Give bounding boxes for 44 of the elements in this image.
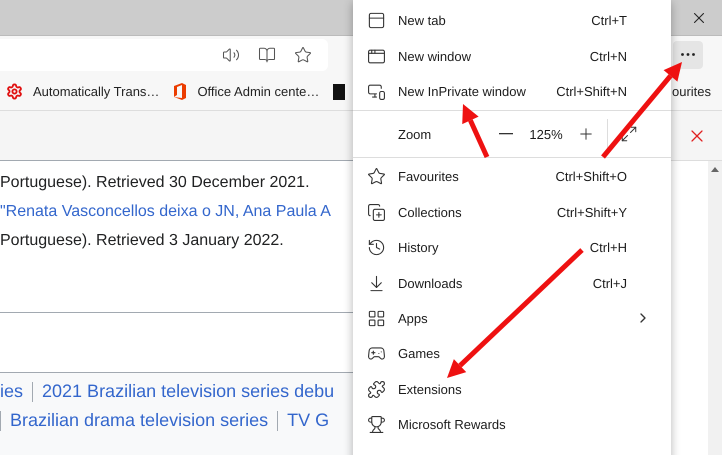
category-link[interactable]: ies — [0, 381, 24, 402]
scroll-up-icon[interactable] — [711, 167, 719, 172]
zoom-value: 125% — [528, 126, 564, 142]
grid-icon — [367, 308, 386, 328]
star-icon — [367, 167, 386, 186]
ellipsis-icon — [681, 53, 695, 56]
menu-item[interactable]: Favourites Ctrl+Shift+O — [353, 159, 671, 195]
collection-icon — [367, 202, 386, 222]
puzzle-icon — [367, 380, 386, 399]
category-link[interactable]: TV G — [287, 410, 330, 431]
menu-item[interactable]: Microsoft Rewards — [353, 406, 671, 442]
minus-icon — [499, 133, 513, 136]
tab-icon — [367, 11, 386, 30]
history-icon — [367, 238, 386, 258]
office-logo-icon — [173, 83, 188, 100]
speaker-icon[interactable] — [222, 46, 240, 64]
menu-item[interactable]: New window Ctrl+N — [353, 38, 671, 74]
category-link[interactable]: Brazilian drama television series — [10, 410, 268, 431]
zoom-label: Zoom — [398, 126, 432, 142]
reference-link[interactable]: "Renata Vasconcellos deixa o JN, Ana Paula A — [0, 202, 353, 222]
gear-icon — [6, 83, 23, 100]
star-icon[interactable] — [294, 46, 312, 64]
reference-text: Portuguese). Retrieved 3 January 2022. — [0, 231, 285, 251]
reference-text: Portuguese). Retrieved 30 December 2021. — [0, 173, 311, 193]
menu-item[interactable]: Games — [353, 336, 671, 372]
menu-item[interactable]: New InPrivate window Ctrl+Shift+N — [353, 74, 671, 110]
menu-item[interactable]: Extensions — [353, 372, 671, 407]
address-field[interactable] — [0, 38, 328, 70]
annotation-arrow — [462, 104, 490, 158]
book-icon[interactable] — [258, 46, 276, 64]
more-button[interactable] — [673, 40, 703, 68]
menu-item[interactable]: Downloads Ctrl+J — [353, 265, 671, 301]
bookmark-link[interactable]: Office Admin cente… — [173, 83, 320, 100]
category-link[interactable]: 2021 Brazilian television series debu — [42, 381, 334, 402]
expand-icon — [620, 125, 638, 144]
window-icon — [367, 46, 386, 66]
private-window-icon — [367, 82, 386, 101]
menu-item[interactable]: Apps — [353, 300, 671, 336]
bookmark-link[interactable]: Automatically Trans… — [6, 83, 160, 100]
menu-item[interactable]: New tab Ctrl+T — [353, 3, 671, 38]
menu-item[interactable]: History Ctrl+H — [353, 230, 671, 266]
logo-icon — [333, 84, 346, 100]
trophy-icon — [367, 415, 386, 434]
menu-item[interactable]: Collections Ctrl+Shift+Y — [353, 194, 671, 230]
